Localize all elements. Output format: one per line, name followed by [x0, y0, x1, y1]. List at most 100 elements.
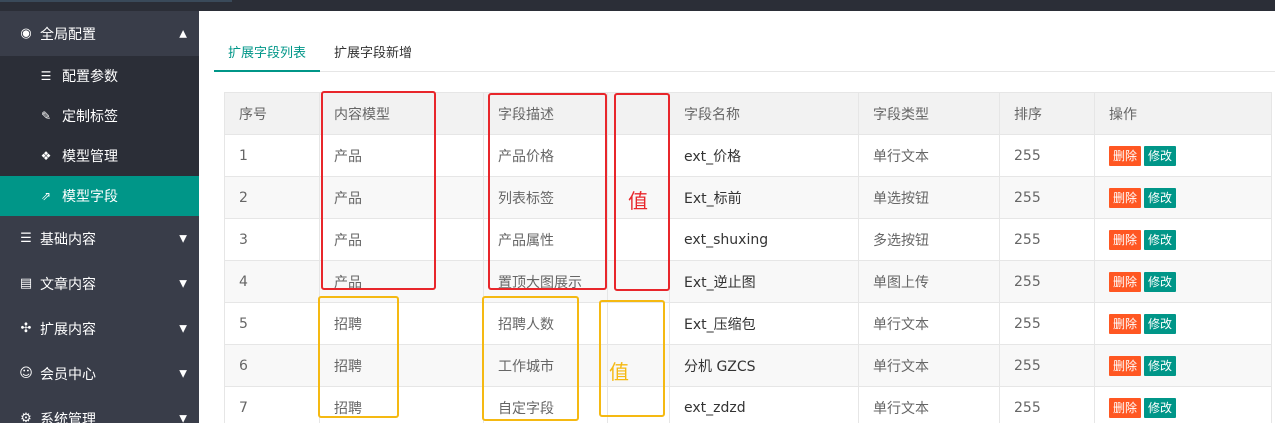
- delete-button[interactable]: 删除: [1109, 355, 1142, 376]
- cell-desc: 招聘人数: [483, 302, 608, 345]
- cell-index: 4: [224, 260, 320, 303]
- cell-type: 多选按钮: [858, 218, 1000, 261]
- header-blank: [607, 92, 670, 135]
- delete-button[interactable]: 删除: [1109, 271, 1142, 292]
- sidebar-group-extended-content[interactable]: ✣ 扩展内容 ▼: [0, 306, 199, 351]
- file-icon: ▤: [19, 276, 33, 291]
- annotation-yellow-note: 值: [609, 360, 629, 384]
- cell-sort: 255: [999, 302, 1095, 345]
- sidebar-group-article-content[interactable]: ▤ 文章内容 ▼: [0, 261, 199, 306]
- external-link-icon: ⇗: [40, 189, 52, 203]
- cell-actions: 删除 修改: [1094, 344, 1272, 387]
- cell-type: 单行文本: [858, 302, 1000, 345]
- cell-name: ext_zdzd: [669, 386, 859, 423]
- edit-button[interactable]: 修改: [1144, 145, 1177, 166]
- cell-blank: [607, 386, 670, 423]
- edit-button[interactable]: 修改: [1144, 187, 1177, 208]
- sidebar-group-label: 文章内容: [40, 276, 96, 293]
- edit-button[interactable]: 修改: [1144, 229, 1177, 250]
- cell-sort: 255: [999, 260, 1095, 303]
- header-sort: 排序: [999, 92, 1095, 135]
- header-index: 序号: [224, 92, 320, 135]
- edit-button[interactable]: 修改: [1144, 313, 1177, 334]
- table-row: 2 产品 列表标签 Ext_标前 单选按钮 255 删除 修改: [224, 176, 1272, 219]
- sidebar: ◉ 全局配置 ▲ ☰ 配置参数 ✎ 定制标签 ❖ 模型管理 ⇗ 模型字段 ☰ 基…: [0, 11, 199, 423]
- sliders-icon: ☰: [20, 231, 32, 246]
- cell-model: 产品: [319, 176, 484, 219]
- delete-button[interactable]: 删除: [1109, 313, 1142, 334]
- table-row: 7 招聘 自定字段 ext_zdzd 单行文本 255 删除 修改: [224, 386, 1272, 423]
- cell-sort: 255: [999, 134, 1095, 177]
- chevron-down-icon: ▼: [179, 278, 187, 289]
- annotation-red-note: 值: [628, 189, 648, 213]
- cell-type: 单图上传: [858, 260, 1000, 303]
- tab-bar: 扩展字段列表 扩展字段新增: [214, 34, 1275, 72]
- table-body: 1 产品 产品价格 ext_价格 单行文本 255 删除 修改 2 产品 列表标签 Ext_标前 单选按…: [224, 134, 1272, 423]
- cell-desc: 产品价格: [483, 134, 608, 177]
- chevron-down-icon: ▼: [179, 368, 187, 379]
- table-row: 4 产品 置顶大图展示 Ext_逆止图 单图上传 255 删除 修改: [224, 260, 1272, 303]
- cell-blank: [607, 218, 670, 261]
- cell-actions: 删除 修改: [1094, 176, 1272, 219]
- cell-name: ext_价格: [669, 134, 859, 177]
- sidebar-item-label: 定制标签: [62, 109, 118, 125]
- cell-name: 分机 GZCS: [669, 344, 859, 387]
- globe-icon: ◉: [20, 26, 32, 41]
- delete-button[interactable]: 删除: [1109, 145, 1142, 166]
- cell-blank: [607, 302, 670, 345]
- tab-field-list[interactable]: 扩展字段列表: [214, 34, 321, 72]
- cell-index: 7: [224, 386, 320, 423]
- table-row: 5 招聘 招聘人数 Ext_压缩包 单行文本 255 删除 修改: [224, 302, 1272, 345]
- cell-actions: 删除 修改: [1094, 302, 1272, 345]
- header-model: 内容模型: [319, 92, 484, 135]
- cell-index: 5: [224, 302, 320, 345]
- sidebar-group-basic-content[interactable]: ☰ 基础内容 ▼: [0, 216, 199, 261]
- main-content: 扩展字段列表 扩展字段新增 序号 内容模型 字段描述 字段名称 字段类型 排序 …: [199, 11, 1275, 423]
- chevron-down-icon: ▼: [179, 323, 187, 334]
- cell-actions: 删除 修改: [1094, 386, 1272, 423]
- edit-button[interactable]: 修改: [1144, 355, 1177, 376]
- edit-button[interactable]: 修改: [1144, 271, 1177, 292]
- table-row: 6 招聘 工作城市 分机 GZCS 单行文本 255 删除 修改: [224, 344, 1272, 387]
- cell-sort: 255: [999, 386, 1095, 423]
- cell-desc: 自定字段: [483, 386, 608, 423]
- cell-model: 产品: [319, 134, 484, 177]
- sidebar-submenu: ☰ 配置参数 ✎ 定制标签 ❖ 模型管理 ⇗ 模型字段: [0, 56, 199, 216]
- cell-actions: 删除 修改: [1094, 260, 1272, 303]
- sidebar-item-custom-tags[interactable]: ✎ 定制标签: [0, 96, 199, 136]
- sidebar-item-label: 模型字段: [62, 189, 118, 205]
- table-header-row: 序号 内容模型 字段描述 字段名称 字段类型 排序 操作: [224, 92, 1272, 135]
- delete-button[interactable]: 删除: [1109, 229, 1142, 250]
- delete-button[interactable]: 删除: [1109, 187, 1142, 208]
- top-bar: [0, 0, 1275, 11]
- cell-index: 1: [224, 134, 320, 177]
- sidebar-item-model-fields[interactable]: ⇗ 模型字段: [0, 176, 199, 216]
- sidebar-group-system-manage[interactable]: ⚙ 系统管理 ▼: [0, 396, 199, 423]
- cell-index: 3: [224, 218, 320, 261]
- sidebar-item-model-manage[interactable]: ❖ 模型管理: [0, 136, 199, 176]
- sidebar-group-global-config[interactable]: ◉ 全局配置 ▲: [0, 11, 199, 56]
- chevron-down-icon: ▼: [179, 233, 187, 244]
- header-type: 字段类型: [858, 92, 1000, 135]
- user-icon: ☺: [19, 366, 33, 381]
- edit-button[interactable]: 修改: [1144, 397, 1177, 418]
- sidebar-item-config-params[interactable]: ☰ 配置参数: [0, 56, 199, 96]
- cell-name: ext_shuxing: [669, 218, 859, 261]
- cell-desc: 列表标签: [483, 176, 608, 219]
- cube-icon: ❖: [40, 149, 52, 163]
- sidebar-group-label: 系统管理: [40, 411, 96, 423]
- tab-field-add[interactable]: 扩展字段新增: [320, 34, 426, 72]
- sidebar-group-member-center[interactable]: ☺ 会员中心 ▼: [0, 351, 199, 396]
- top-bar-accent: [0, 0, 232, 2]
- sidebar-group-label: 会员中心: [40, 366, 96, 383]
- field-table-container: 序号 内容模型 字段描述 字段名称 字段类型 排序 操作 1 产品 产品价格 ext_…: [224, 92, 1272, 423]
- chevron-up-icon: ▲: [179, 28, 187, 39]
- header-desc: 字段描述: [483, 92, 608, 135]
- sliders-icon: ☰: [40, 69, 52, 83]
- delete-button[interactable]: 删除: [1109, 397, 1142, 418]
- table-row: 3 产品 产品属性 ext_shuxing 多选按钮 255 删除 修改: [224, 218, 1272, 261]
- sidebar-group-label: 扩展内容: [40, 321, 96, 338]
- sidebar-group-label: 全局配置: [40, 26, 96, 43]
- sidebar-group-label: 基础内容: [40, 231, 96, 248]
- cell-name: Ext_标前: [669, 176, 859, 219]
